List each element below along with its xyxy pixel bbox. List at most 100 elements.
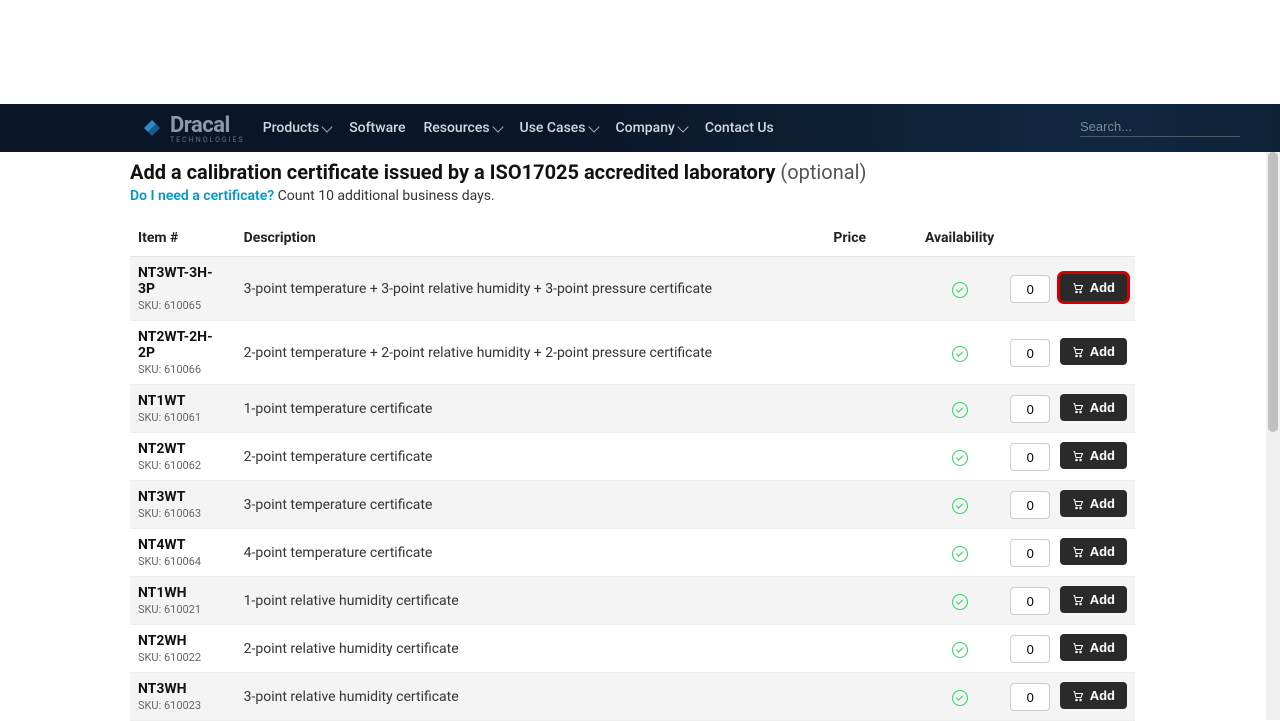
item-sku: SKU: 610066 [138,363,228,376]
item-description: 4-point temperature certificate [236,529,826,577]
nav-use-cases[interactable]: Use Cases [520,120,598,136]
item-description: 3-point temperature + 3-point relative h… [236,257,826,321]
availability-check-icon [952,498,968,514]
item-price [825,433,917,481]
add-to-cart-button[interactable]: Add [1060,490,1127,517]
add-button-label: Add [1090,640,1115,655]
brand-name: Dracal [170,113,230,138]
availability-check-icon [952,346,968,362]
chevron-down-icon [492,121,503,132]
item-description: 2-point temperature certificate [236,433,826,481]
add-button-label: Add [1090,688,1115,703]
add-button-label: Add [1090,448,1115,463]
item-price [825,481,917,529]
item-price [825,529,917,577]
brand-logo[interactable]: Dracal TECHNOLOGIES [140,113,245,144]
lead-time-note: Count 10 additional business days. [278,188,495,204]
item-description: 3-point temperature certificate [236,481,826,529]
chevron-down-icon [322,121,333,132]
item-code: NT4WT [138,537,228,553]
column-actions [1002,220,1135,257]
add-to-cart-button[interactable]: Add [1060,274,1127,301]
table-row: NT2WT-2H-2P SKU: 610066 2-point temperat… [130,321,1135,385]
nav-company[interactable]: Company [616,120,687,136]
availability-check-icon [952,450,968,466]
quantity-input[interactable] [1010,539,1050,567]
item-sku: SKU: 610023 [138,699,228,712]
item-sku: SKU: 610061 [138,411,228,424]
availability-check-icon [952,282,968,298]
chevron-down-icon [588,121,599,132]
certificate-help-link[interactable]: Do I need a certificate? [130,188,274,204]
item-code: NT3WT-3H-3P [138,265,228,297]
item-sku: SKU: 610021 [138,603,228,616]
vertical-scrollbar[interactable] [1266,152,1280,720]
item-price [825,577,917,625]
add-button-label: Add [1090,544,1115,559]
cart-icon [1072,594,1084,606]
search-input[interactable] [1080,119,1256,134]
cart-icon [1072,690,1084,702]
quantity-input[interactable] [1010,339,1050,367]
add-to-cart-button[interactable]: Add [1060,394,1127,421]
table-row: NT3WT SKU: 610063 3-point temperature ce… [130,481,1135,529]
nav-software[interactable]: Software [349,120,405,136]
nav-contact[interactable]: Contact Us [705,120,774,136]
item-code: NT1WH [138,585,228,601]
table-row: NT2WH SKU: 610022 2-point relative humid… [130,625,1135,673]
table-row: NT2WT SKU: 610062 2-point temperature ce… [130,433,1135,481]
item-code: NT2WT-2H-2P [138,329,228,361]
item-sku: SKU: 610064 [138,555,228,568]
item-sku: SKU: 610022 [138,651,228,664]
add-button-label: Add [1090,280,1115,295]
item-price [825,385,917,433]
main-nav: Products Software Resources Use Cases Co… [263,120,774,136]
item-price [825,321,917,385]
table-row: NT1WH SKU: 610021 1-point relative humid… [130,577,1135,625]
item-code: NT3WT [138,489,228,505]
add-to-cart-button[interactable]: Add [1060,634,1127,661]
quantity-input[interactable] [1010,443,1050,471]
table-row: NT1WT SKU: 610061 1-point temperature ce… [130,385,1135,433]
item-code: NT2WH [138,633,228,649]
nav-resources[interactable]: Resources [423,120,501,136]
availability-check-icon [952,642,968,658]
item-code: NT3WH [138,681,228,697]
add-to-cart-button[interactable]: Add [1060,338,1127,365]
item-price [825,257,917,321]
cart-icon [1072,450,1084,462]
add-to-cart-button[interactable]: Add [1060,442,1127,469]
quantity-input[interactable] [1010,683,1050,711]
quantity-input[interactable] [1010,275,1050,303]
page-heading: Add a calibration certificate issued by … [130,160,1135,184]
main-content: Add a calibration certificate issued by … [130,160,1135,721]
page-subheading: Do I need a certificate? Count 10 additi… [130,188,1135,204]
quantity-input[interactable] [1010,491,1050,519]
column-item: Item # [130,220,236,257]
quantity-input[interactable] [1010,587,1050,615]
availability-check-icon [952,402,968,418]
add-to-cart-button[interactable]: Add [1060,538,1127,565]
add-to-cart-button[interactable]: Add [1060,586,1127,613]
scroll-thumb[interactable] [1268,152,1278,432]
cart-icon [1072,498,1084,510]
add-button-label: Add [1090,592,1115,607]
top-nav-bar: Dracal TECHNOLOGIES Products Software Re… [0,104,1280,152]
item-description: 2-point relative humidity certificate [236,625,826,673]
column-description: Description [236,220,826,257]
cart-icon [1072,282,1084,294]
quantity-input[interactable] [1010,635,1050,663]
quantity-input[interactable] [1010,395,1050,423]
table-row: NT3WH SKU: 610023 3-point relative humid… [130,673,1135,721]
nav-products[interactable]: Products [263,120,332,136]
item-price [825,673,917,721]
item-sku: SKU: 610063 [138,507,228,520]
add-to-cart-button[interactable]: Add [1060,682,1127,709]
cart-icon [1072,546,1084,558]
add-button-label: Add [1090,400,1115,415]
table-row: NT4WT SKU: 610064 4-point temperature ce… [130,529,1135,577]
availability-check-icon [952,546,968,562]
cart-icon [1072,402,1084,414]
item-code: NT2WT [138,441,228,457]
item-sku: SKU: 610062 [138,459,228,472]
